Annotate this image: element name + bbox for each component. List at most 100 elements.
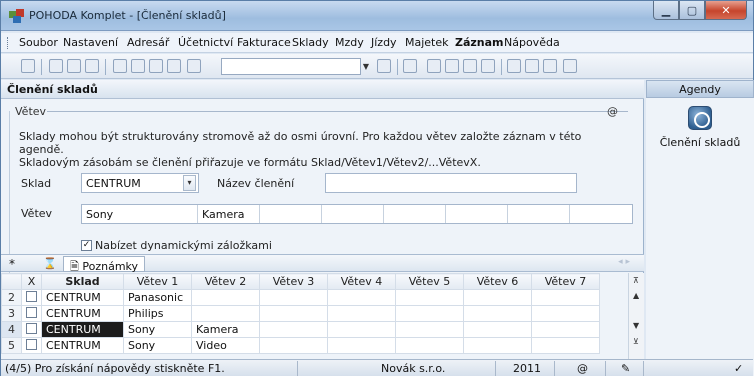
column-header-vetev2[interactable]: Větev 2 [191,273,260,290]
vetev-field-8[interactable] [570,205,632,223]
close-button[interactable]: ✕ [705,1,747,20]
scroll-bottom-icon[interactable]: ⊻ [633,337,639,346]
vetev-field-5[interactable] [384,205,446,223]
tool-icon[interactable] [481,59,495,73]
menu-sklady[interactable]: Sklady [292,36,329,49]
menu-zaznam[interactable]: Záznam [455,36,504,49]
window-icon[interactable] [403,59,417,73]
grid-toolbar: * ⌛ 🗎 Poznámky ◂ ▸ [1,254,644,273]
print-icon[interactable] [67,59,81,73]
scroll-up-icon[interactable]: ▲ [633,291,639,300]
report-icon[interactable] [85,59,99,73]
column-header-sklad[interactable]: Sklad [41,273,124,290]
menu-jizdy[interactable]: Jízdy [371,36,397,49]
row-checkbox[interactable] [26,306,37,318]
minimize-button[interactable]: ▁ [653,1,679,20]
grid-scrollbar[interactable]: ⊼ ▲ ▼ ⊻ [628,273,644,360]
vetev-field-4[interactable] [322,205,384,223]
calc-icon[interactable] [463,59,477,73]
agenda-item-cleneni-skladu[interactable]: Členění skladů [646,136,754,149]
tab-poznamky[interactable]: 🗎 Poznámky [63,256,146,273]
document-area: Členění skladů Větev @ Sklady mohou být … [1,80,644,376]
edit-icon[interactable] [131,59,145,73]
new-record-icon[interactable] [113,59,127,73]
scroll-top-icon[interactable]: ⊼ [633,276,639,285]
page-title: Členění skladů [1,80,644,99]
row-checkbox[interactable] [26,322,37,334]
scroll-down-icon[interactable]: ▼ [633,321,639,330]
check-icon[interactable]: ✓ [734,362,743,375]
menu-fakturace[interactable]: Fakturace [237,36,291,49]
vetev-fields: Sony Kamera [81,204,633,224]
column-header-vetev6[interactable]: Větev 6 [463,273,532,290]
group-title: Větev [15,105,47,118]
row-checkbox[interactable] [26,338,37,350]
title-bar: POHODA Komplet - [Členění skladů] ▁ ▢ ✕ [1,1,753,31]
agenda-arrow-icon[interactable] [688,106,712,130]
menu-ucetnictvi[interactable]: Účetnictví [178,36,233,49]
layout1-icon[interactable] [507,59,521,73]
print-preview-icon[interactable] [49,59,63,73]
filter-icon[interactable]: ⌛ [43,257,57,270]
app-window: POHODA Komplet - [Členění skladů] ▁ ▢ ✕ … [0,0,754,376]
column-header-x[interactable]: X [21,273,42,290]
menu-mzdy[interactable]: Mzdy [335,36,364,49]
table-icon[interactable] [445,59,459,73]
help-icon[interactable] [563,59,577,73]
layout2-icon[interactable] [525,59,539,73]
group-at-icon[interactable]: @ [607,105,618,118]
status-bar: (4/5) Pro získání nápovědy stiskněte F1.… [1,359,753,376]
description: Sklady mohou být strukturovány stromově … [19,130,582,169]
vetev-field-2[interactable]: Kamera [198,205,260,223]
sklad-field[interactable]: CENTRUM [81,173,199,193]
column-header-vetev1[interactable]: Větev 1 [123,273,192,290]
status-hint: (4/5) Pro získání nápovědy stiskněte F1. [5,362,225,375]
vetev-field-6[interactable] [446,205,508,223]
filter-icon[interactable] [377,59,391,73]
dynamic-tabs-checkbox[interactable]: ✓ [81,240,92,251]
maximize-button[interactable]: ▢ [679,1,705,20]
nazev-field[interactable] [325,173,577,193]
menu-majetek[interactable]: Majetek [405,36,449,49]
toolbar-search-combo[interactable] [221,58,361,75]
table-row[interactable]: 3 CENTRUM Philips [1,305,600,322]
layout3-icon[interactable] [543,59,557,73]
vetev-field-7[interactable] [508,205,570,223]
save-icon[interactable] [149,59,163,73]
table-row[interactable]: 5 CENTRUM Sony Video [1,337,600,354]
table-row[interactable]: 4 CENTRUM Sony Kamera [1,321,600,338]
vetev-field-3[interactable] [260,205,322,223]
toolbar-separator [105,59,106,75]
chevron-down-icon[interactable]: ▼ [360,59,372,74]
agendy-panel: Agendy Členění skladů [646,80,754,376]
tab-scroll-icon[interactable]: ◂ ▸ [618,257,630,267]
attach-icon[interactable] [427,59,441,73]
table-row[interactable]: 2 CENTRUM Panasonic [1,289,600,306]
menu-nastaveni[interactable]: Nastavení [63,36,118,49]
menu-soubor[interactable]: Soubor [19,36,58,49]
toolbar-separator [41,59,42,75]
status-at-icon[interactable]: @ [577,362,588,375]
column-header-vetev4[interactable]: Větev 4 [327,273,396,290]
copy-icon[interactable] [187,59,201,73]
vetev-field-1[interactable]: Sony [82,205,198,223]
toolbar-separator [397,59,398,75]
column-header-vetev3[interactable]: Větev 3 [259,273,328,290]
column-header-vetev7[interactable]: Větev 7 [531,273,600,290]
dynamic-tabs-label: Nabízet dynamickými záložkami [95,239,272,252]
pen-icon[interactable]: ✎ [621,362,630,375]
delete-icon[interactable] [167,59,181,73]
row-checkbox[interactable] [26,290,37,302]
status-year: 2011 [513,362,541,375]
menu-bar: Soubor Nastavení Adresář Účetnictví Fakt… [1,33,753,53]
menu-adresar[interactable]: Adresář [127,36,169,49]
toolbar-book-icon[interactable] [21,59,35,73]
menu-grip-icon[interactable] [7,37,10,49]
column-header-vetev5[interactable]: Větev 5 [395,273,464,290]
new-row-icon[interactable]: * [9,257,15,271]
nazev-label: Název členění [217,177,295,190]
menu-napoveda[interactable]: Nápověda [504,36,560,49]
rownum-header [1,273,22,290]
sklad-dropdown-icon[interactable]: ▾ [183,175,196,191]
pohoda-app-icon[interactable] [9,9,25,23]
